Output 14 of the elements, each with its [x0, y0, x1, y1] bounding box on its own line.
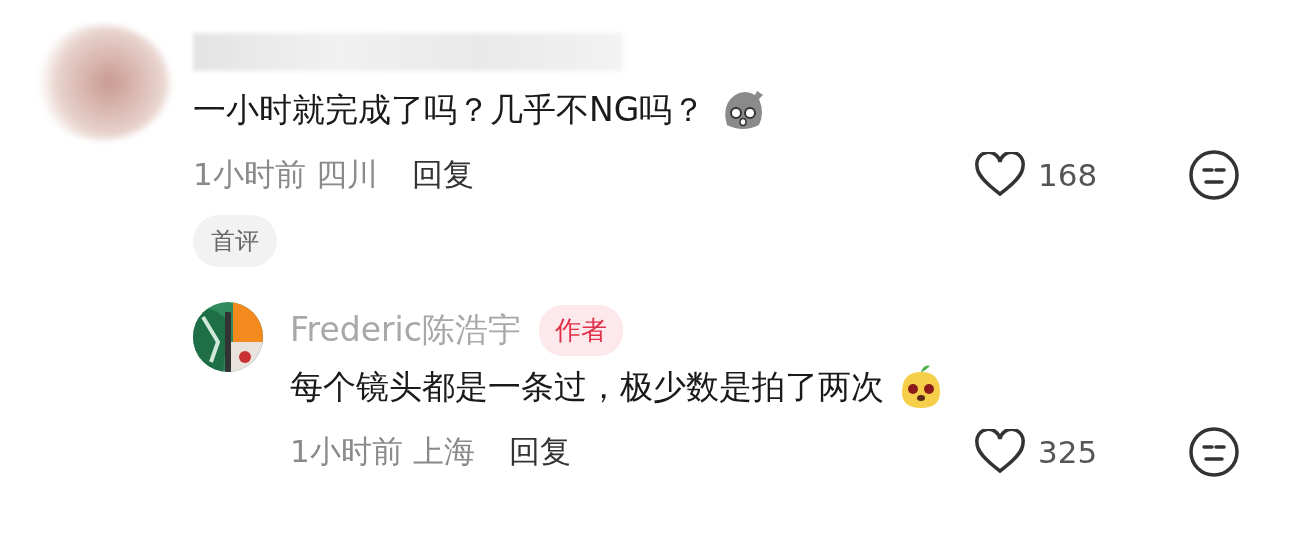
- author-badge: 作者: [538, 304, 623, 356]
- face-icon[interactable]: [1188, 149, 1240, 201]
- heart-icon[interactable]: [974, 429, 1026, 475]
- time-location: 1小时前 上海: [290, 432, 475, 471]
- face-icon[interactable]: [1188, 426, 1240, 478]
- first-comment-tag: 首评: [193, 215, 277, 267]
- comment-text: 一小时就完成了吗？几乎不NG吗？: [193, 88, 706, 131]
- reply-button[interactable]: 回复: [508, 431, 571, 473]
- heart-icon[interactable]: [974, 152, 1026, 198]
- like-count: 168: [1038, 157, 1099, 193]
- reply-button[interactable]: 回复: [411, 154, 474, 196]
- like-count: 325: [1038, 434, 1099, 470]
- reply-text: 每个镜头都是一条过，极少数是拍了两次: [290, 365, 884, 408]
- time-location: 1小时前 四川: [193, 155, 378, 194]
